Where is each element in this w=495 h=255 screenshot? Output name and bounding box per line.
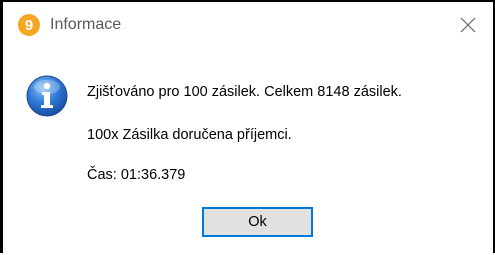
ok-button[interactable]: Ok: [202, 207, 313, 237]
message-line-time: Čas: 01:36.379: [87, 167, 186, 183]
svg-text:9: 9: [25, 17, 33, 34]
message-line-delivered: 100x Zásilka doručena příjemci.: [87, 127, 292, 143]
message-dialog: 9 Informace Zjišťováno pro 100 zásilek. …: [0, 0, 495, 255]
close-icon: [460, 17, 476, 33]
dialog-title: Informace: [50, 16, 122, 33]
app-logo-icon: 9: [18, 14, 40, 36]
close-button[interactable]: [443, 2, 493, 48]
button-bar: Ok: [3, 197, 493, 255]
title-bar[interactable]: 9 Informace: [3, 2, 493, 48]
message-area: Zjišťováno pro 100 zásilek. Celkem 8148 …: [3, 48, 493, 197]
info-icon: [26, 75, 68, 117]
message-line-summary: Zjišťováno pro 100 zásilek. Celkem 8148 …: [87, 84, 402, 100]
